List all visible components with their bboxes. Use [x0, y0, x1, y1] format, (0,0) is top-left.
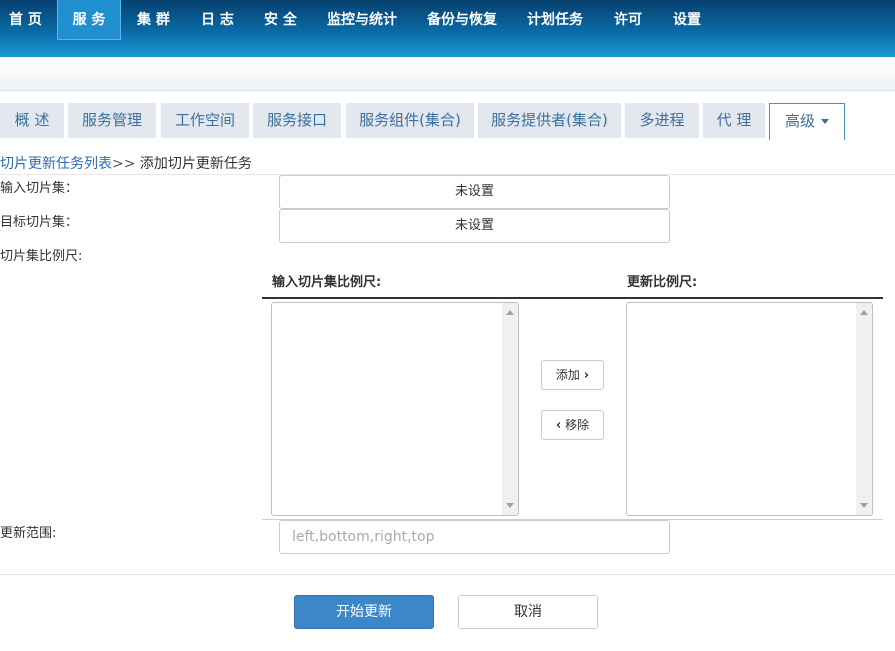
scales-label: 切片集比例尺: [0, 249, 83, 264]
tab-service-components[interactable]: 服务组件(集合) [346, 103, 474, 138]
nav-scheduled-tasks[interactable]: 计划任务 [527, 0, 583, 40]
sub-header-bar [0, 57, 895, 91]
remove-button-label: 移除 [565, 418, 590, 432]
breadcrumb-task-list-link[interactable]: 切片更新任务列表 [0, 156, 112, 172]
nav-license[interactable]: 许可 [614, 0, 642, 40]
nav-cluster[interactable]: 集 群 [137, 0, 170, 40]
target-tileset-select-button[interactable]: 未设置 [279, 209, 670, 243]
input-tileset-select-button[interactable]: 未设置 [279, 175, 670, 209]
scales-header-divider [262, 297, 883, 299]
chevron-left-icon: ‹ [555, 418, 562, 433]
remove-scale-button[interactable]: ‹ 移除 [541, 410, 604, 440]
nav-logs[interactable]: 日 志 [201, 0, 234, 40]
tab-proxy[interactable]: 代 理 [703, 103, 765, 138]
add-button-label: 添加 [555, 368, 580, 382]
scroll-down-icon[interactable] [860, 503, 868, 508]
tab-service-management[interactable]: 服务管理 [68, 103, 156, 138]
update-scales-scrollbar[interactable] [856, 303, 872, 515]
tab-overview[interactable]: 概 述 [0, 103, 64, 138]
breadcrumb: 切片更新任务列表>> 添加切片更新任务 [0, 153, 252, 173]
input-scales-header: 输入切片集比例尺: [272, 275, 382, 290]
start-update-button[interactable]: 开始更新 [294, 595, 434, 629]
nav-monitoring[interactable]: 监控与统计 [327, 0, 397, 40]
caret-down-icon [821, 119, 829, 124]
input-scales-list[interactable] [271, 302, 519, 516]
scroll-down-icon[interactable] [506, 503, 514, 508]
update-scales-list[interactable] [626, 302, 873, 516]
input-tileset-label: 输入切片集： [0, 181, 79, 196]
scroll-up-icon[interactable] [860, 310, 868, 315]
top-navigation: 首 页 服 务 集 群 日 志 安 全 监控与统计 备份与恢复 计划任务 许可 … [0, 0, 895, 57]
tab-advanced-label: 高级 [784, 112, 815, 130]
update-range-input[interactable] [279, 520, 670, 554]
tab-multi-process[interactable]: 多进程 [625, 103, 699, 138]
nav-backup-restore[interactable]: 备份与恢复 [427, 0, 497, 40]
tab-advanced[interactable]: 高级 [769, 103, 845, 140]
cancel-button[interactable]: 取消 [458, 595, 598, 629]
nav-security[interactable]: 安 全 [264, 0, 297, 40]
tab-workspace[interactable]: 工作空间 [161, 103, 249, 138]
nav-home[interactable]: 首 页 [9, 0, 42, 40]
add-scale-button[interactable]: 添加 › [541, 360, 604, 390]
update-scales-header: 更新比例尺: [627, 275, 698, 290]
tab-service-providers[interactable]: 服务提供者(集合) [478, 103, 621, 138]
nav-services[interactable]: 服 务 [57, 0, 121, 40]
scroll-up-icon[interactable] [506, 310, 514, 315]
tab-service-interface[interactable]: 服务接口 [253, 103, 341, 138]
input-scales-scrollbar[interactable] [502, 303, 518, 515]
chevron-right-icon: › [583, 368, 590, 383]
target-tileset-label: 目标切片集： [0, 215, 79, 230]
service-tabs: 概 述 服务管理 工作空间 服务接口 服务组件(集合) 服务提供者(集合) 多进… [0, 103, 895, 140]
update-range-label: 更新范围: [0, 526, 57, 541]
breadcrumb-current: 添加切片更新任务 [139, 156, 252, 172]
divider [0, 574, 895, 575]
nav-settings[interactable]: 设置 [673, 0, 701, 40]
breadcrumb-separator: >> [112, 156, 136, 172]
